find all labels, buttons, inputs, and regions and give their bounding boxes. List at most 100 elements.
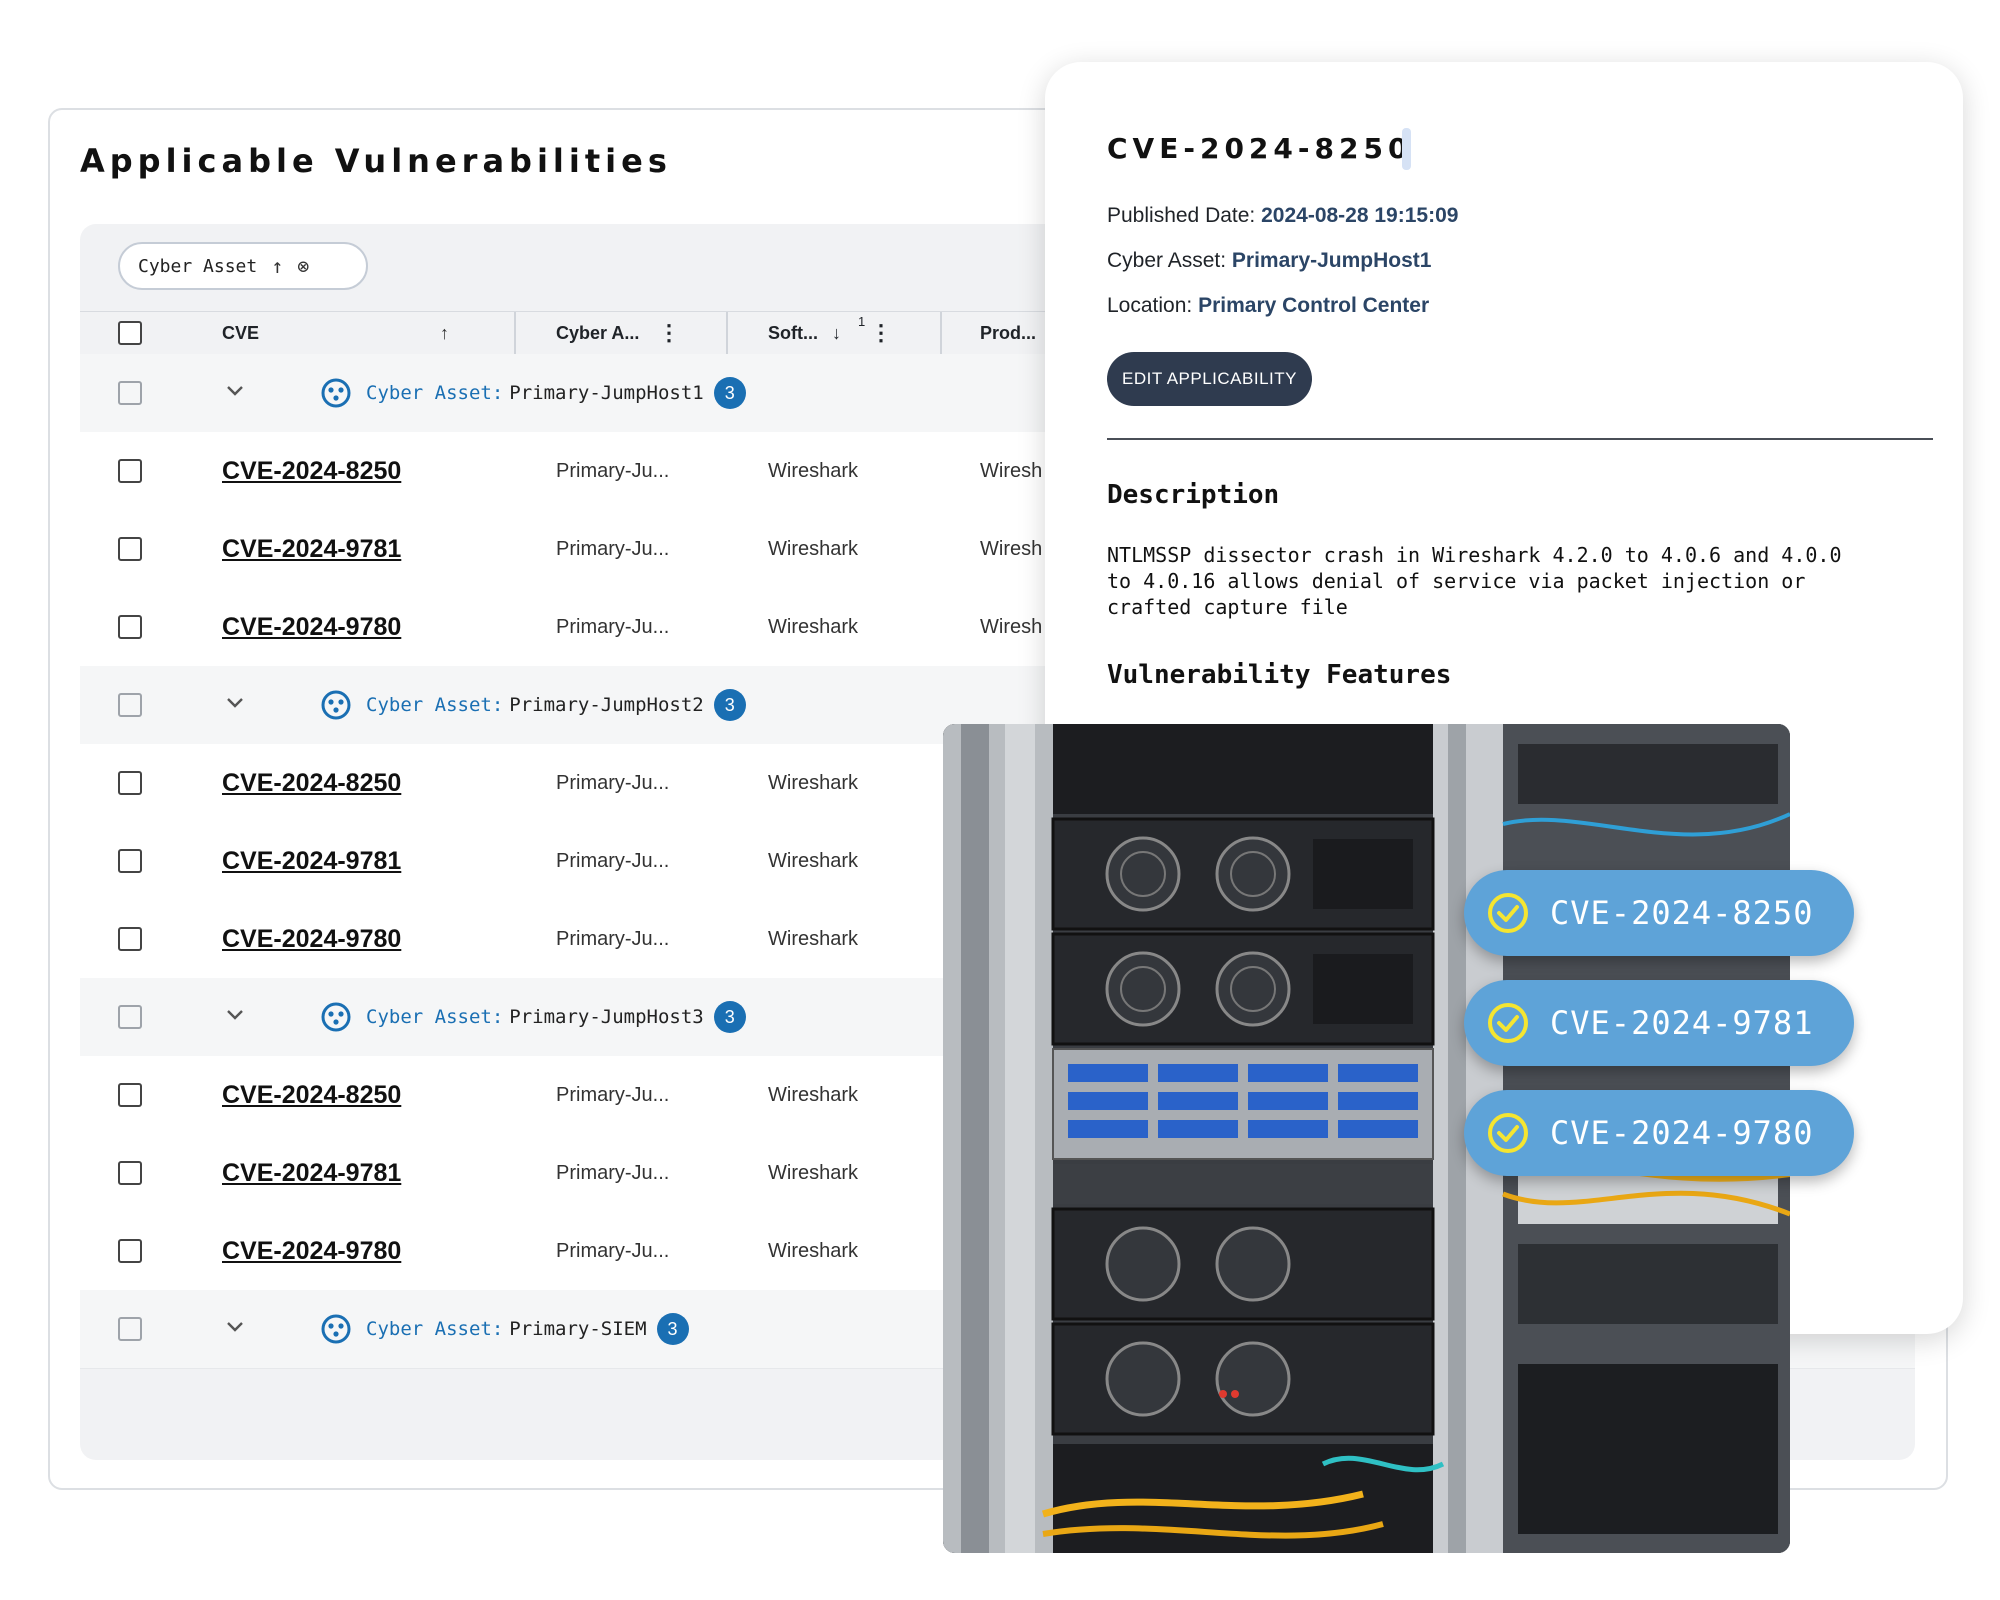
page-title: Applicable Vulnerabilities	[80, 142, 672, 180]
published-date: Published Date: 2024-08-28 19:15:09	[1107, 204, 1458, 228]
sort-up-icon[interactable]: ↑	[440, 312, 449, 354]
sort-index-badge: 1	[858, 313, 866, 329]
row-checkbox[interactable]	[118, 615, 142, 639]
cve-link[interactable]: CVE-2024-9781	[222, 1134, 401, 1212]
sort-up-icon[interactable]: ↑	[271, 254, 283, 278]
chevron-down-icon[interactable]	[225, 692, 245, 712]
location-info: Location: Primary Control Center	[1107, 294, 1429, 318]
cve-link[interactable]: CVE-2024-8250	[222, 744, 401, 822]
row-checkbox[interactable]	[118, 459, 142, 483]
vulnerability-features-heading: Vulnerability Features	[1107, 660, 1452, 690]
cyber-asset-value[interactable]: Primary-JumpHost1	[1232, 249, 1432, 272]
row-checkbox[interactable]	[118, 771, 142, 795]
group-chip-label: Cyber Asset	[138, 255, 258, 277]
cyber-asset-icon	[320, 377, 360, 409]
row-checkbox[interactable]	[118, 1161, 142, 1185]
cve-link[interactable]: CVE-2024-9780	[222, 1212, 401, 1290]
text-cursor	[1402, 128, 1411, 170]
group-label: Cyber Asset: Primary-JumpHost3 3	[320, 978, 746, 1056]
column-header-product[interactable]: Prod...	[980, 312, 1036, 354]
column-menu-icon[interactable]: ⋮	[870, 312, 892, 354]
cve-link[interactable]: CVE-2024-9781	[222, 510, 401, 588]
column-divider[interactable]	[726, 312, 728, 354]
chevron-down-icon[interactable]	[225, 1004, 245, 1024]
cve-pill-label: CVE-2024-8250	[1550, 894, 1814, 932]
column-divider[interactable]	[940, 312, 942, 354]
column-divider[interactable]	[514, 312, 516, 354]
group-key: Cyber Asset:	[366, 1318, 504, 1340]
group-key: Cyber Asset:	[366, 382, 504, 404]
column-header-cve[interactable]: CVE	[222, 312, 259, 354]
count-badge: 3	[656, 1313, 689, 1345]
software-cell: Wireshark	[768, 1161, 859, 1184]
cve-link[interactable]: CVE-2024-9780	[222, 588, 401, 666]
product-cell: Wiresh	[980, 615, 1043, 638]
group-by-chip[interactable]: Cyber Asset ↑ ⊗	[118, 242, 368, 290]
count-badge: 3	[713, 689, 746, 721]
row-checkbox[interactable]	[118, 927, 142, 951]
chevron-down-icon[interactable]	[225, 380, 245, 400]
cyber-asset-cell: Primary-Ju...	[556, 1083, 670, 1106]
software-cell: Wireshark	[768, 615, 859, 638]
column-menu-icon[interactable]: ⋮	[658, 312, 680, 354]
cve-status-pill: CVE-2024-9780	[1464, 1090, 1854, 1176]
cve-link[interactable]: CVE-2024-9781	[222, 822, 401, 900]
row-checkbox[interactable]	[118, 693, 142, 717]
cve-link[interactable]: CVE-2024-8250	[222, 1056, 401, 1134]
description-text: NTLMSSP dissector crash in Wireshark 4.2…	[1107, 543, 1842, 619]
cyber-asset-cell: Primary-Ju...	[556, 771, 670, 794]
row-checkbox[interactable]	[118, 1317, 142, 1341]
cve-link[interactable]: CVE-2024-9780	[222, 900, 401, 978]
check-circle-icon	[1486, 1111, 1530, 1155]
row-checkbox[interactable]	[118, 849, 142, 873]
product-cell: Wiresh	[980, 459, 1043, 482]
cve-status-pill: CVE-2024-9781	[1464, 980, 1854, 1066]
cve-pill-label: CVE-2024-9781	[1550, 1004, 1814, 1042]
group-label: Cyber Asset: Primary-JumpHost1 3	[320, 354, 746, 432]
group-label: Cyber Asset: Primary-JumpHost2 3	[320, 666, 746, 744]
row-checkbox[interactable]	[118, 381, 142, 405]
software-cell: Wireshark	[768, 1083, 859, 1106]
sort-down-icon[interactable]: ↓	[832, 312, 841, 354]
detail-title: CVE-2024-8250	[1107, 132, 1413, 165]
published-date-label: Published Date:	[1107, 204, 1256, 227]
count-badge: 3	[713, 1001, 746, 1033]
remove-circle-icon[interactable]: ⊗	[297, 254, 309, 278]
column-header-software[interactable]: Soft...	[768, 312, 818, 354]
select-all-checkbox[interactable]	[118, 321, 142, 345]
group-value: Primary-SIEM	[509, 1318, 647, 1340]
software-cell: Wireshark	[768, 459, 859, 482]
group-value: Primary-JumpHost1	[509, 382, 704, 404]
software-cell: Wireshark	[768, 537, 859, 560]
location-label: Location:	[1107, 294, 1193, 317]
cyber-asset-cell: Primary-Ju...	[556, 927, 670, 950]
cyber-asset-info: Cyber Asset: Primary-JumpHost1	[1107, 249, 1431, 273]
cyber-asset-icon	[320, 689, 360, 721]
cyber-asset-cell: Primary-Ju...	[556, 849, 670, 872]
location-value[interactable]: Primary Control Center	[1198, 294, 1429, 317]
cve-status-pill: CVE-2024-8250	[1464, 870, 1854, 956]
cyber-asset-icon	[320, 1313, 360, 1345]
group-value: Primary-JumpHost3	[509, 1006, 704, 1028]
published-date-value: 2024-08-28 19:15:09	[1261, 204, 1459, 227]
group-key: Cyber Asset:	[366, 1006, 504, 1028]
check-circle-icon	[1486, 891, 1530, 935]
count-badge: 3	[713, 377, 746, 409]
cyber-asset-cell: Primary-Ju...	[556, 537, 670, 560]
edit-applicability-button[interactable]: EDIT APPLICABILITY	[1107, 352, 1312, 406]
cyber-asset-cell: Primary-Ju...	[556, 615, 670, 638]
row-checkbox[interactable]	[118, 1083, 142, 1107]
software-cell: Wireshark	[768, 1239, 859, 1262]
group-key: Cyber Asset:	[366, 694, 504, 716]
row-checkbox[interactable]	[118, 1239, 142, 1263]
row-checkbox[interactable]	[118, 1005, 142, 1029]
column-header-cyber-asset[interactable]: Cyber A...	[556, 312, 639, 354]
chevron-down-icon[interactable]	[225, 1316, 245, 1336]
group-label: Cyber Asset: Primary-SIEM 3	[320, 1290, 689, 1368]
cyber-asset-cell: Primary-Ju...	[556, 1161, 670, 1184]
cve-pill-label: CVE-2024-9780	[1550, 1114, 1814, 1152]
cve-link[interactable]: CVE-2024-8250	[222, 432, 401, 510]
software-cell: Wireshark	[768, 927, 859, 950]
software-cell: Wireshark	[768, 849, 859, 872]
row-checkbox[interactable]	[118, 537, 142, 561]
